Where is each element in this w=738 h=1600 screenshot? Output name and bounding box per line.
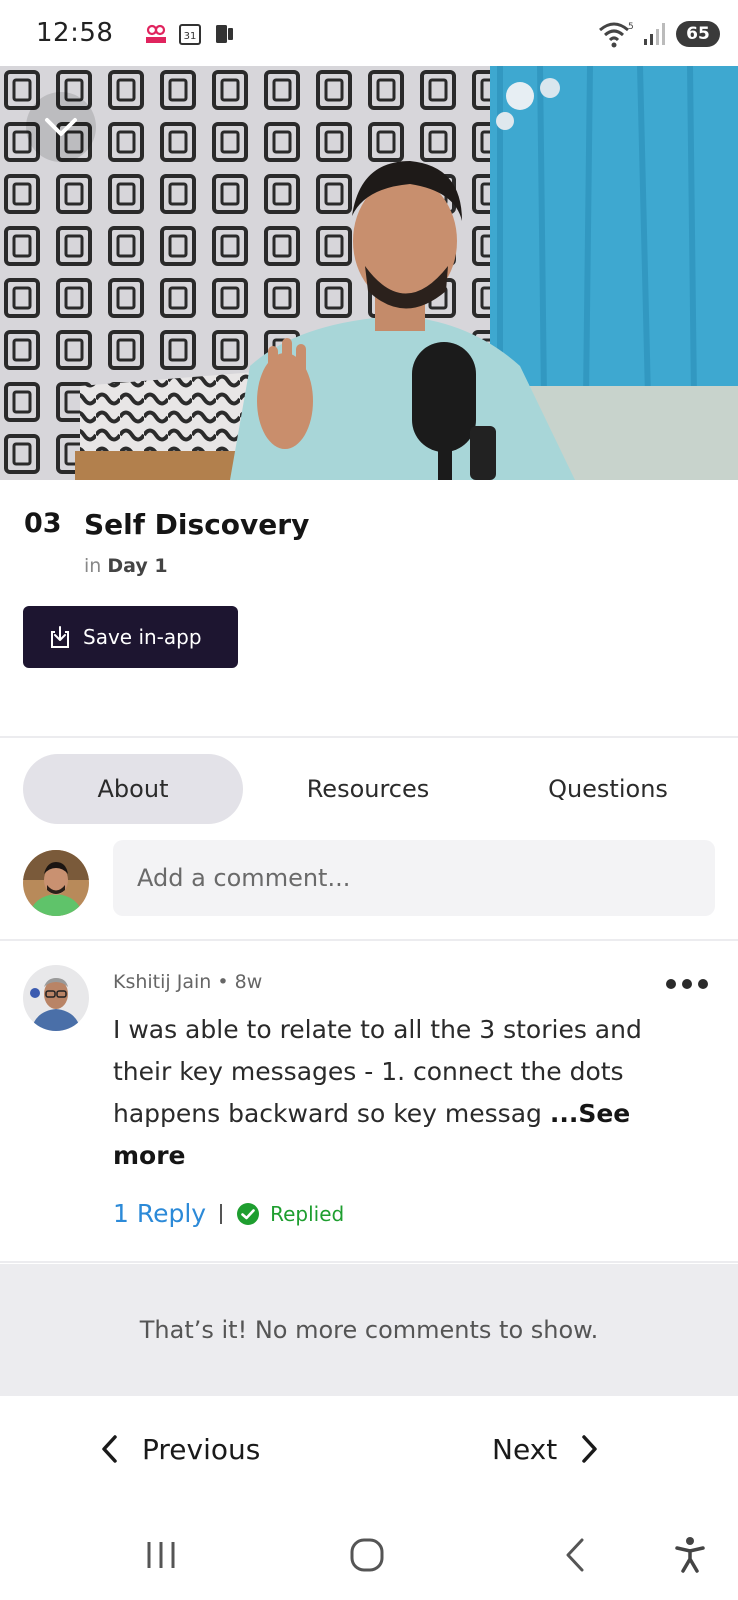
no-more-comments: That’s it! No more comments to show. (0, 1264, 738, 1396)
home-icon (350, 1538, 384, 1572)
reply-row: 1 Reply Replied (113, 1199, 344, 1228)
current-user-avatar (23, 850, 89, 916)
next-button[interactable]: Next (492, 1424, 599, 1474)
reply-separator (220, 1203, 223, 1224)
wifi-icon: 5 (599, 22, 634, 48)
commenter-avatar[interactable] (23, 965, 89, 1031)
comment-meta-separator: • (217, 971, 229, 993)
lesson-title: Self Discovery (84, 508, 310, 541)
chevron-down-icon (45, 118, 77, 136)
previous-button[interactable]: Previous (100, 1424, 260, 1474)
tab-about[interactable]: About (23, 754, 243, 824)
recent-apps-button[interactable] (131, 1530, 191, 1580)
status-system-icons: 5 65 (598, 20, 720, 48)
accessibility-icon (675, 1537, 705, 1573)
svg-text:31: 31 (184, 31, 197, 42)
accessibility-button[interactable] (660, 1530, 720, 1580)
comment-author[interactable]: Kshitij Jain (113, 971, 211, 993)
svg-text:5: 5 (628, 22, 634, 32)
content-tabs: About Resources Questions (23, 754, 723, 824)
section-divider (0, 736, 738, 738)
save-in-app-button[interactable]: Save in-app (23, 606, 238, 668)
check-circle-icon (237, 1202, 260, 1225)
comment-more-options-icon[interactable] (666, 976, 712, 992)
tab-questions[interactable]: Questions (493, 754, 723, 824)
collapse-video-button[interactable] (26, 92, 96, 162)
battery-icon: 65 (676, 21, 720, 47)
home-button[interactable] (337, 1530, 397, 1580)
tab-resources[interactable]: Resources (243, 754, 493, 824)
chevron-left-icon (102, 1435, 117, 1463)
lesson-number: 03 (24, 508, 62, 539)
lesson-context-prefix: in (84, 555, 102, 577)
phone-icon (216, 25, 233, 43)
replies-link[interactable]: 1 Reply (113, 1199, 206, 1228)
back-button[interactable] (545, 1530, 605, 1580)
video-player[interactable] (0, 66, 738, 480)
add-comment-input[interactable] (113, 840, 715, 916)
comments-end-divider (0, 1261, 738, 1263)
back-icon (566, 1538, 584, 1572)
calendar-31-icon: 31 (179, 24, 201, 45)
video-frame (0, 66, 738, 480)
status-notification-icons: 31 (144, 22, 236, 46)
recent-apps-icon (147, 1542, 175, 1568)
status-bar: 12:58 31 5 65 (0, 0, 738, 66)
download-icon (51, 626, 69, 648)
hood-app-icon (146, 24, 166, 43)
comment-text: I was able to relate to all the 3 storie… (113, 1009, 693, 1177)
signal-icon (644, 23, 665, 45)
previous-label: Previous (142, 1432, 261, 1466)
comment-meta: Kshitij Jain • 8w (113, 971, 262, 993)
chevron-right-icon (582, 1435, 597, 1463)
comment-divider (0, 939, 738, 941)
system-navigation-bar (0, 1510, 738, 1600)
replied-status: Replied (236, 1202, 344, 1226)
lesson-context-day: Day 1 (107, 555, 168, 577)
next-label: Next (492, 1432, 558, 1466)
status-time: 12:58 (36, 18, 114, 48)
comment-age: 8w (234, 971, 263, 993)
lesson-context: in Day 1 (84, 555, 168, 577)
replied-label: Replied (270, 1201, 345, 1226)
save-in-app-label: Save in-app (83, 625, 202, 649)
